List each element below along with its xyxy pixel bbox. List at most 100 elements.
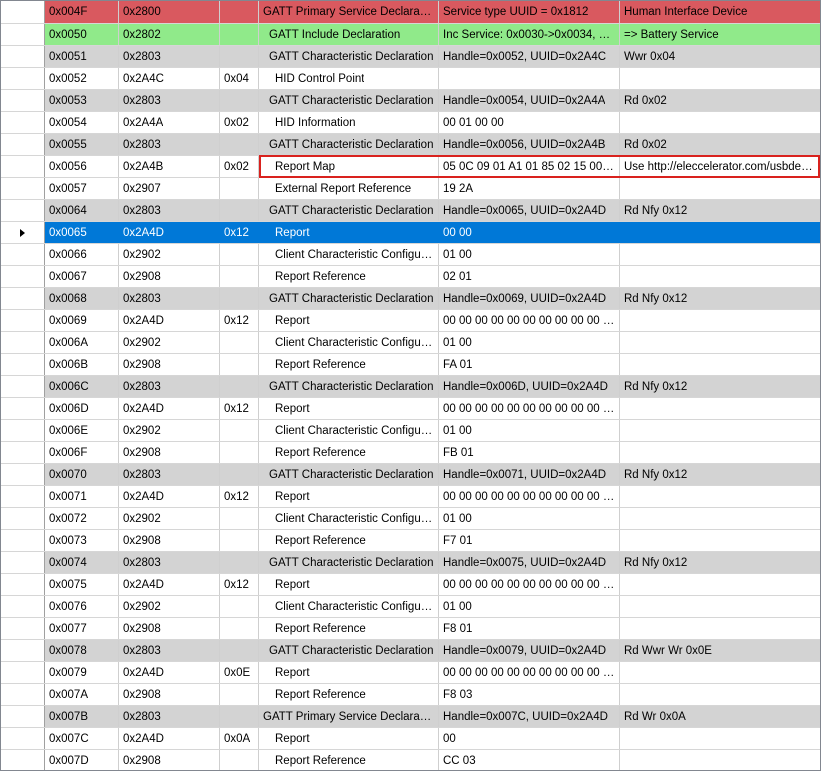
- row-header[interactable]: [1, 156, 45, 177]
- handle-cell[interactable]: 0x006F: [45, 442, 119, 463]
- name-cell[interactable]: GATT Characteristic Declaration: [259, 376, 439, 397]
- handle-cell[interactable]: 0x0076: [45, 596, 119, 617]
- table-row[interactable]: 0x006D 0x2A4D 0x12 Report 00 00 00 00 00 00 …: [1, 398, 820, 420]
- name-cell[interactable]: Report: [259, 310, 439, 331]
- value-cell[interactable]: [439, 68, 620, 89]
- table-row[interactable]: 0x0076 0x2902 Client Characteristic Config…: [1, 596, 820, 618]
- properties-cell[interactable]: [220, 464, 259, 485]
- properties-cell[interactable]: [220, 684, 259, 705]
- handle-cell[interactable]: 0x004F: [45, 1, 119, 23]
- description-cell[interactable]: Rd Nfy 0x12: [620, 200, 820, 221]
- name-cell[interactable]: GATT Characteristic Declaration: [259, 134, 439, 155]
- name-cell[interactable]: Client Characteristic Configuration: [259, 332, 439, 353]
- handle-cell[interactable]: 0x0079: [45, 662, 119, 683]
- uuid-cell[interactable]: 0x2908: [119, 442, 220, 463]
- name-cell[interactable]: Report Reference: [259, 750, 439, 770]
- table-row[interactable]: 0x0064 0x2803 GATT Characteristic Declarat…: [1, 200, 820, 222]
- name-cell[interactable]: Client Characteristic Configuration: [259, 244, 439, 265]
- name-cell[interactable]: GATT Include Declaration: [259, 24, 439, 45]
- name-cell[interactable]: GATT Characteristic Declaration: [259, 552, 439, 573]
- properties-cell[interactable]: [220, 420, 259, 441]
- value-cell[interactable]: 00 00 00 00 00 00 00 00 00 00 00 00: [439, 662, 620, 683]
- handle-cell[interactable]: 0x0053: [45, 90, 119, 111]
- handle-cell[interactable]: 0x007B: [45, 706, 119, 727]
- value-cell[interactable]: 01 00: [439, 508, 620, 529]
- uuid-cell[interactable]: 0x2908: [119, 618, 220, 639]
- name-cell[interactable]: HID Control Point: [259, 68, 439, 89]
- uuid-cell[interactable]: 0x2A4B: [119, 156, 220, 177]
- handle-cell[interactable]: 0x0072: [45, 508, 119, 529]
- properties-cell[interactable]: 0x12: [220, 486, 259, 507]
- row-header[interactable]: [1, 508, 45, 529]
- handle-cell[interactable]: 0x0054: [45, 112, 119, 133]
- table-row[interactable]: 0x006E 0x2902 Client Characteristic Config…: [1, 420, 820, 442]
- uuid-cell[interactable]: 0x2803: [119, 200, 220, 221]
- value-cell[interactable]: F8 03: [439, 684, 620, 705]
- name-cell[interactable]: Report: [259, 662, 439, 683]
- handle-cell[interactable]: 0x0070: [45, 464, 119, 485]
- handle-cell[interactable]: 0x0066: [45, 244, 119, 265]
- name-cell[interactable]: Report Reference: [259, 618, 439, 639]
- properties-cell[interactable]: [220, 90, 259, 111]
- name-cell[interactable]: Report: [259, 398, 439, 419]
- description-cell[interactable]: [620, 68, 820, 89]
- description-cell[interactable]: Rd Nfy 0x12: [620, 376, 820, 397]
- handle-cell[interactable]: 0x0071: [45, 486, 119, 507]
- properties-cell[interactable]: [220, 552, 259, 573]
- handle-cell[interactable]: 0x0052: [45, 68, 119, 89]
- table-row[interactable]: 0x0066 0x2902 Client Characteristic Config…: [1, 244, 820, 266]
- uuid-cell[interactable]: 0x2A4D: [119, 398, 220, 419]
- uuid-cell[interactable]: 0x2803: [119, 552, 220, 573]
- uuid-cell[interactable]: 0x2A4D: [119, 222, 220, 243]
- table-row[interactable]: 0x0077 0x2908 Report Reference F8 01: [1, 618, 820, 640]
- value-cell[interactable]: 05 0C 09 01 A1 01 85 02 15 00 2...: [439, 156, 620, 177]
- table-row[interactable]: 0x004F 0x2800 GATT Primary Service Declara…: [1, 1, 820, 24]
- name-cell[interactable]: HID Information: [259, 112, 439, 133]
- properties-cell[interactable]: [220, 24, 259, 45]
- handle-cell[interactable]: 0x0078: [45, 640, 119, 661]
- row-header[interactable]: [1, 442, 45, 463]
- table-row[interactable]: 0x0072 0x2902 Client Characteristic Config…: [1, 508, 820, 530]
- uuid-cell[interactable]: 0x2803: [119, 706, 220, 727]
- uuid-cell[interactable]: 0x2A4D: [119, 662, 220, 683]
- value-cell[interactable]: 02 01: [439, 266, 620, 287]
- properties-cell[interactable]: [220, 178, 259, 199]
- description-cell[interactable]: Rd Wwr Wr 0x0E: [620, 640, 820, 661]
- name-cell[interactable]: Report Reference: [259, 684, 439, 705]
- properties-cell[interactable]: [220, 442, 259, 463]
- uuid-cell[interactable]: 0x2A4D: [119, 486, 220, 507]
- table-row[interactable]: 0x0053 0x2803 GATT Characteristic Declarat…: [1, 90, 820, 112]
- value-cell[interactable]: F8 01: [439, 618, 620, 639]
- value-cell[interactable]: 00 01 00 00: [439, 112, 620, 133]
- description-cell[interactable]: [620, 508, 820, 529]
- uuid-cell[interactable]: 0x2902: [119, 244, 220, 265]
- row-header[interactable]: [1, 618, 45, 639]
- value-cell[interactable]: 01 00: [439, 596, 620, 617]
- description-cell[interactable]: [620, 398, 820, 419]
- properties-cell[interactable]: [220, 1, 259, 23]
- row-header[interactable]: [1, 24, 45, 45]
- handle-cell[interactable]: 0x0065: [45, 222, 119, 243]
- description-cell[interactable]: [620, 750, 820, 770]
- value-cell[interactable]: CC 03: [439, 750, 620, 770]
- properties-cell[interactable]: [220, 376, 259, 397]
- row-header[interactable]: [1, 530, 45, 551]
- description-cell[interactable]: Human Interface Device: [620, 1, 820, 23]
- row-header[interactable]: [1, 420, 45, 441]
- description-cell[interactable]: [620, 178, 820, 199]
- uuid-cell[interactable]: 0x2902: [119, 420, 220, 441]
- value-cell[interactable]: Handle=0x0054, UUID=0x2A4A: [439, 90, 620, 111]
- properties-cell[interactable]: [220, 288, 259, 309]
- value-cell[interactable]: 01 00: [439, 332, 620, 353]
- table-row[interactable]: 0x0068 0x2803 GATT Characteristic Declarat…: [1, 288, 820, 310]
- table-row[interactable]: 0x0051 0x2803 GATT Characteristic Declarat…: [1, 46, 820, 68]
- table-row[interactable]: 0x0069 0x2A4D 0x12 Report 00 00 00 00 00 00 …: [1, 310, 820, 332]
- value-cell[interactable]: 00 00 00 00 00 00 00 00 00 00 00...: [439, 486, 620, 507]
- uuid-cell[interactable]: 0x2803: [119, 640, 220, 661]
- table-row[interactable]: 0x006B 0x2908 Report Reference FA 01: [1, 354, 820, 376]
- name-cell[interactable]: Client Characteristic Configuration: [259, 420, 439, 441]
- row-header[interactable]: [1, 266, 45, 287]
- row-header[interactable]: [1, 662, 45, 683]
- value-cell[interactable]: Handle=0x0065, UUID=0x2A4D: [439, 200, 620, 221]
- description-cell[interactable]: [620, 574, 820, 595]
